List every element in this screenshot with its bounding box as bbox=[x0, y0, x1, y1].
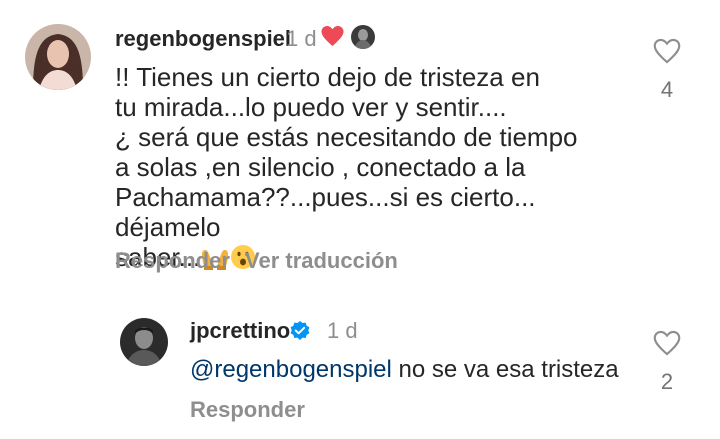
comment-text: !! Tienes un cierto dejo de tristeza en … bbox=[115, 62, 635, 276]
reply-avatar[interactable] bbox=[120, 318, 168, 366]
reply-body: no se va esa tristeza bbox=[391, 356, 619, 383]
reply-text: @regenbogenspiel no se va esa tristeza bbox=[190, 355, 640, 385]
commenter-avatar[interactable] bbox=[25, 24, 91, 90]
reply-button[interactable]: Responder bbox=[115, 248, 230, 274]
comment-like-count: 4 bbox=[660, 77, 674, 102]
comment-timestamp: 1 d bbox=[286, 26, 317, 51]
reply-like-group: 2 bbox=[645, 330, 689, 395]
commenter-username[interactable]: regenbogenspiel bbox=[115, 26, 291, 52]
heart-icon bbox=[320, 25, 345, 52]
reply-timestamp: 1 d bbox=[327, 318, 358, 343]
reply-like-count: 2 bbox=[660, 369, 674, 394]
like-heart-icon[interactable] bbox=[645, 38, 689, 69]
reply-mention-link[interactable]: @regenbogenspiel bbox=[190, 356, 392, 383]
reply-username[interactable]: jpcrettino bbox=[190, 318, 290, 344]
comment-like-group: 4 bbox=[645, 38, 689, 103]
translate-button[interactable]: Ver traducción bbox=[245, 248, 398, 274]
reply-reply-button[interactable]: Responder bbox=[190, 397, 305, 423]
creator-avatar-mini bbox=[351, 25, 375, 49]
comment-body: !! Tienes un cierto dejo de tristeza en … bbox=[115, 62, 578, 272]
verified-badge-icon bbox=[289, 320, 311, 347]
reply-like-heart-icon[interactable] bbox=[645, 330, 689, 361]
